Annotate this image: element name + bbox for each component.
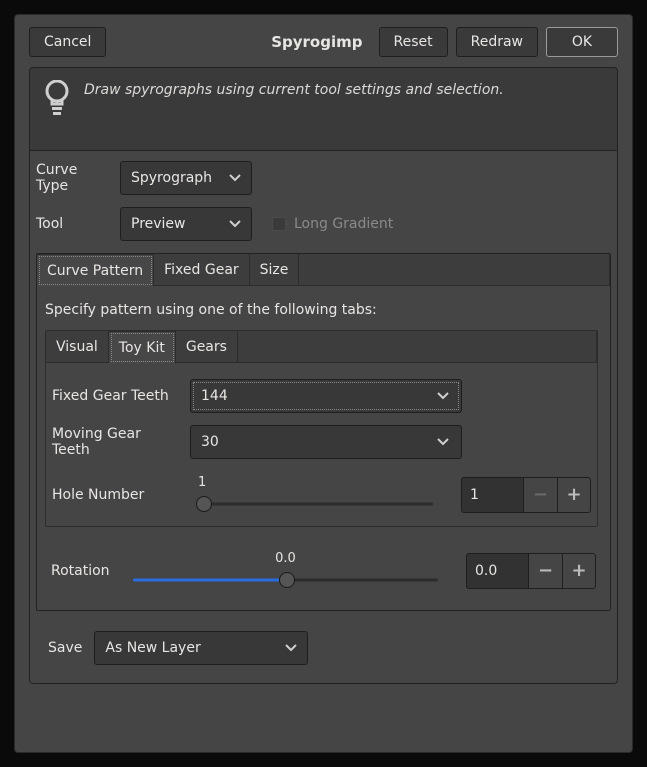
tab-gears[interactable]: Gears: [176, 331, 238, 363]
tool-select[interactable]: Preview: [120, 207, 252, 241]
hole-number-spin: 1 − +: [461, 477, 591, 513]
inner-tabs: Visual Toy Kit Gears Fixed Gear Teeth 14…: [45, 330, 598, 527]
fixed-gear-teeth-label: Fixed Gear Teeth: [52, 388, 178, 404]
chevron-down-icon: [229, 216, 241, 232]
lightbulb-icon: [44, 80, 70, 122]
hint-text: Draw spyrographs using current tool sett…: [84, 80, 504, 98]
rotation-slider[interactable]: [125, 570, 446, 590]
tab-fixed-gear[interactable]: Fixed Gear: [154, 254, 250, 286]
cancel-button[interactable]: Cancel: [29, 27, 106, 57]
tab-curve-pattern[interactable]: Curve Pattern: [37, 254, 154, 287]
hole-number-slider-label: 1: [190, 475, 441, 490]
chevron-down-icon: [229, 170, 241, 186]
chevron-down-icon: [437, 434, 449, 450]
save-value: As New Layer: [105, 640, 200, 656]
tool-value: Preview: [131, 216, 186, 232]
rotation-decrement[interactable]: −: [528, 553, 562, 589]
rotation-increment[interactable]: +: [562, 553, 596, 589]
tool-label: Tool: [36, 216, 110, 232]
hole-number-label: Hole Number: [52, 487, 178, 503]
hole-number-slider[interactable]: [190, 494, 441, 514]
chevron-down-icon: [285, 640, 297, 656]
curve-type-value: Spyrograph: [131, 170, 212, 186]
save-label: Save: [48, 640, 82, 656]
inner-tabbar: Visual Toy Kit Gears: [46, 331, 597, 363]
slider-thumb[interactable]: [196, 496, 212, 512]
slider-thumb[interactable]: [279, 572, 295, 588]
inner-tab-filler: [238, 331, 597, 363]
spyrogimp-dialog: Cancel Spyrogimp Reset Redraw OK Draw sp…: [14, 14, 633, 753]
form-area: Curve Type Spyrograph Tool Preview Long …: [29, 151, 618, 684]
dialog-title: Spyrogimp: [114, 33, 370, 51]
tab-toy-kit[interactable]: Toy Kit: [109, 331, 176, 364]
slider-track-right: [287, 579, 438, 582]
fixed-gear-teeth-value: 144: [201, 388, 228, 404]
toy-kit-form: Fixed Gear Teeth 144 Moving Gear Teeth: [46, 363, 597, 526]
rotation-input[interactable]: 0.0: [466, 553, 528, 589]
rotation-slider-label: 0.0: [125, 551, 446, 566]
save-select[interactable]: As New Layer: [94, 631, 308, 665]
hint-box: Draw spyrographs using current tool sett…: [29, 67, 618, 151]
reset-button[interactable]: Reset: [379, 27, 448, 57]
moving-gear-teeth-value: 30: [201, 434, 219, 450]
hole-number-increment[interactable]: +: [557, 477, 591, 513]
moving-gear-teeth-label: Moving Gear Teeth: [52, 426, 178, 458]
ok-button[interactable]: OK: [546, 27, 618, 57]
tab-size[interactable]: Size: [250, 254, 300, 286]
curve-type-label: Curve Type: [36, 162, 110, 194]
outer-tabs: Curve Pattern Fixed Gear Size Specify pa…: [36, 253, 611, 611]
titlebar: Cancel Spyrogimp Reset Redraw OK: [15, 15, 632, 67]
slider-track-left: [133, 579, 287, 582]
rotation-spin: 0.0 − +: [466, 553, 596, 589]
tab-filler: [299, 254, 610, 286]
tab-visual[interactable]: Visual: [46, 331, 109, 363]
outer-tabpane: Specify pattern using one of the followi…: [37, 286, 610, 610]
long-gradient-label: Long Gradient: [294, 216, 393, 232]
redraw-button[interactable]: Redraw: [456, 27, 538, 57]
long-gradient-checkbox[interactable]: [272, 217, 286, 231]
chevron-down-icon: [437, 388, 449, 404]
fixed-gear-teeth-select[interactable]: 144: [190, 379, 462, 413]
rotation-label: Rotation: [51, 563, 113, 579]
hole-number-input[interactable]: 1: [461, 477, 523, 513]
moving-gear-teeth-select[interactable]: 30: [190, 425, 462, 459]
hole-number-decrement[interactable]: −: [523, 477, 557, 513]
outer-tabbar: Curve Pattern Fixed Gear Size: [37, 254, 610, 286]
curve-type-select[interactable]: Spyrograph: [120, 161, 252, 195]
tabpane-instruction: Specify pattern using one of the followi…: [45, 298, 602, 330]
slider-track: [198, 503, 433, 506]
